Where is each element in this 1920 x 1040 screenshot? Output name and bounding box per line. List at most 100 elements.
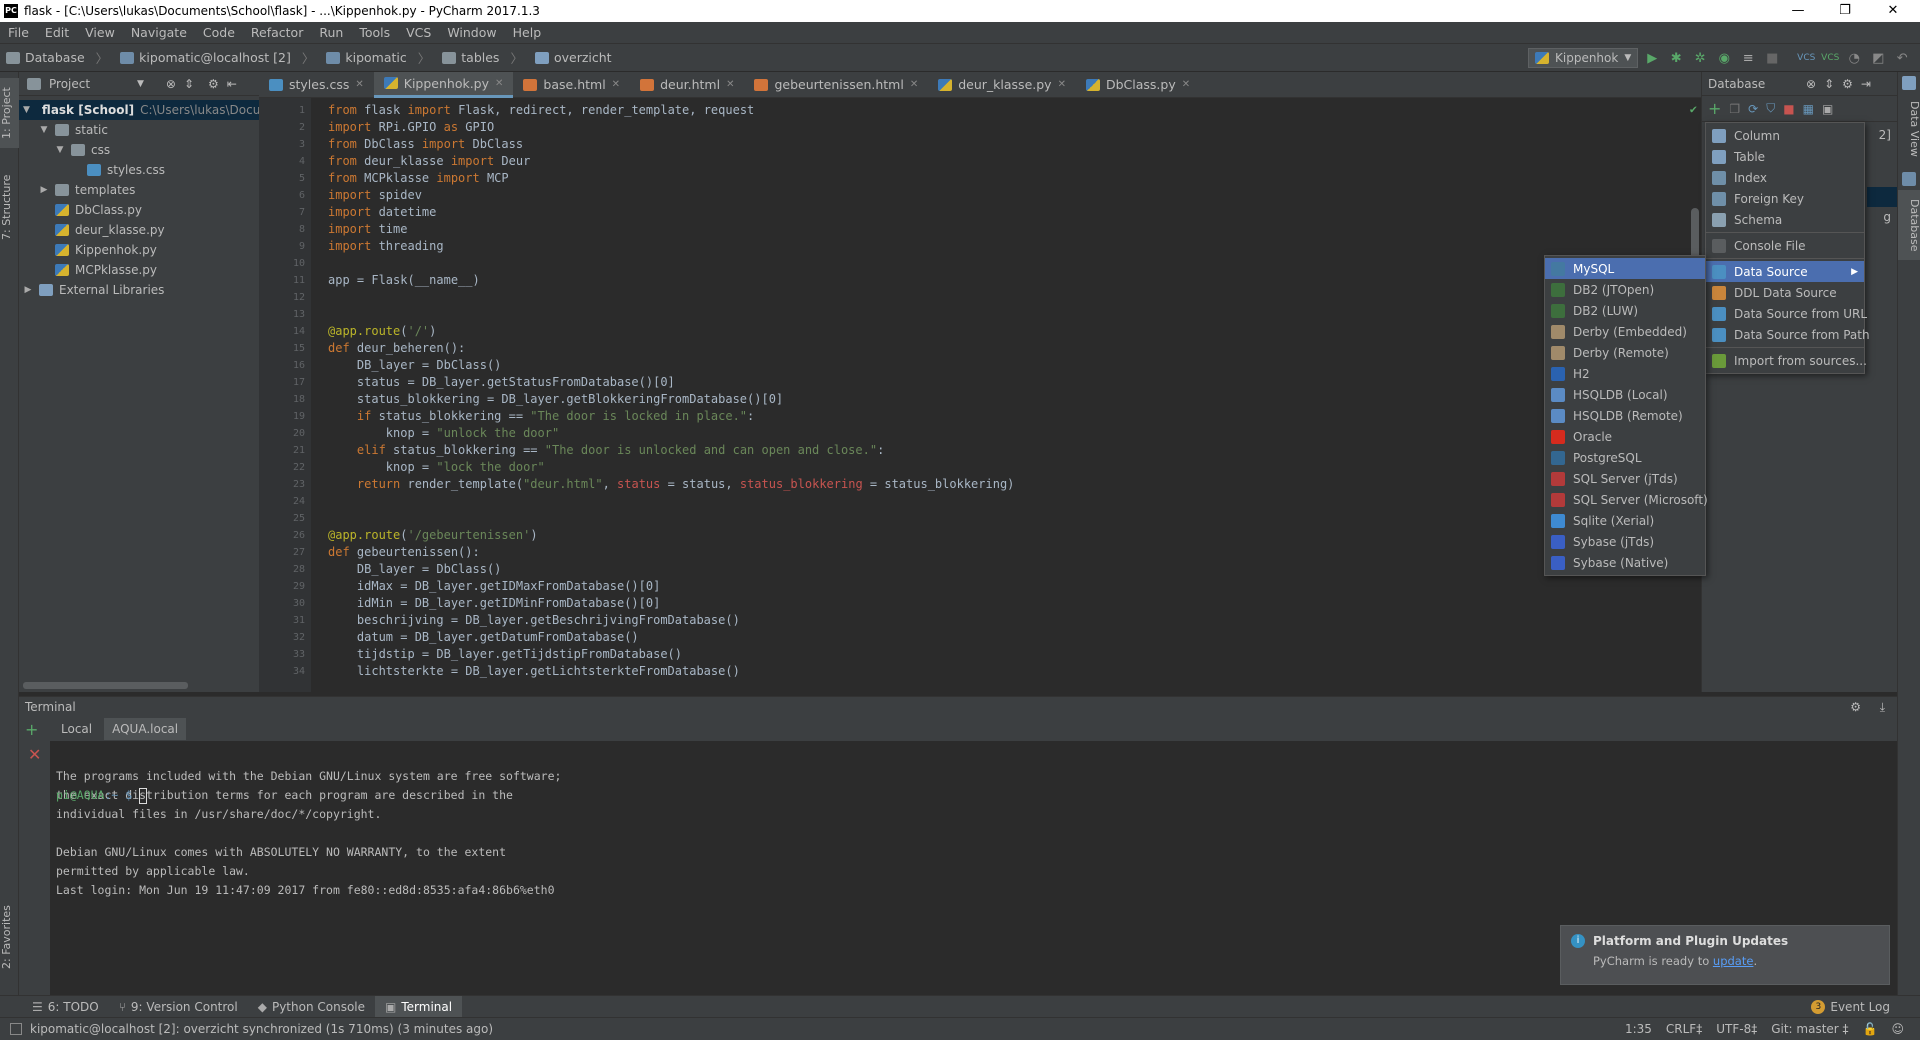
- close-tab-icon[interactable]: ✕: [1182, 79, 1190, 90]
- breadcrumb-table[interactable]: overzicht: [529, 50, 618, 65]
- menu-item[interactable]: Derby (Remote): [1545, 342, 1705, 363]
- stop-icon[interactable]: ■: [1762, 48, 1782, 68]
- menu-item[interactable]: Index: [1706, 167, 1864, 188]
- menu-item[interactable]: Schema: [1706, 209, 1864, 230]
- table-editor-icon[interactable]: ▦: [1803, 102, 1814, 116]
- refresh-icon[interactable]: ⟳: [1748, 102, 1758, 116]
- copy-icon[interactable]: ❐: [1729, 102, 1740, 116]
- console-icon[interactable]: ▣: [1822, 102, 1833, 116]
- editor-tab[interactable]: deur_klasse.py ✕: [928, 72, 1076, 98]
- collapse-icon[interactable]: ⇕: [184, 77, 194, 91]
- menu-refactor[interactable]: Refactor: [243, 25, 311, 40]
- project-tree-item[interactable]: deur_klasse.py: [19, 220, 259, 240]
- menu-item[interactable]: Sqlite (Xerial): [1545, 510, 1705, 531]
- gear-icon[interactable]: ⚙: [1850, 700, 1861, 714]
- project-tree-item[interactable]: ▼ static: [19, 120, 259, 140]
- add-icon[interactable]: +: [1708, 99, 1721, 118]
- sync-icon[interactable]: ⊗: [166, 77, 176, 91]
- project-tool-tab[interactable]: 1: Project: [0, 78, 19, 148]
- project-tree-item[interactable]: MCPklasse.py: [19, 260, 259, 280]
- chevron-down-icon[interactable]: ▼: [137, 79, 144, 89]
- concurrency-icon[interactable]: ≡: [1738, 48, 1758, 68]
- menu-window[interactable]: Window: [439, 25, 504, 40]
- breadcrumb-connection[interactable]: kipomatic@localhost [2] 〉: [114, 48, 320, 67]
- menu-item[interactable]: Derby (Embedded): [1545, 321, 1705, 342]
- menu-item[interactable]: HSQLDB (Local): [1545, 384, 1705, 405]
- revert-icon[interactable]: ◩: [1868, 48, 1888, 68]
- history-icon[interactable]: ◔: [1844, 48, 1864, 68]
- menu-navigate[interactable]: Navigate: [123, 25, 195, 40]
- structure-tool-tab[interactable]: 7: Structure: [0, 167, 19, 247]
- project-root[interactable]: ▼ flask [School] C:\Users\lukas\Docum: [19, 100, 272, 120]
- project-tree-item[interactable]: Kippenhok.py: [19, 240, 259, 260]
- menu-item[interactable]: Data Source ▶: [1706, 261, 1864, 282]
- coverage-icon[interactable]: ✲: [1690, 48, 1710, 68]
- terminal-tab-local[interactable]: Local: [53, 718, 100, 740]
- editor-tab[interactable]: gebeurtenissen.html ✕: [744, 72, 928, 98]
- menu-tools[interactable]: Tools: [351, 25, 398, 40]
- close-tab-icon[interactable]: ✕: [910, 79, 918, 90]
- horizontal-scrollbar[interactable]: [23, 682, 188, 689]
- minimize-panel-icon[interactable]: ⤓: [1880, 700, 1885, 715]
- menu-item[interactable]: DB2 (JTOpen): [1545, 279, 1705, 300]
- code-editor[interactable]: from flask import Flask, redirect, rende…: [311, 98, 1701, 692]
- favorites-tool-tab[interactable]: 2: Favorites: [0, 892, 19, 982]
- filter-icon[interactable]: ⛉: [1766, 101, 1775, 116]
- inspector-icon[interactable]: ☺: [1891, 1022, 1904, 1036]
- run-icon[interactable]: ▶: [1642, 48, 1662, 68]
- gear-icon[interactable]: ⚙: [1842, 77, 1853, 91]
- vcs-update-icon[interactable]: VCS: [1796, 48, 1816, 68]
- editor-tab[interactable]: Kippenhok.py ✕: [373, 71, 514, 98]
- database-tool-tab[interactable]: Database: [1898, 190, 1920, 260]
- hide-panel-icon[interactable]: ⇤: [227, 77, 237, 91]
- project-tree-item[interactable]: ▶ templates: [19, 180, 259, 200]
- minimize-icon[interactable]: —: [1775, 0, 1821, 22]
- disconnect-icon[interactable]: ■: [1783, 102, 1794, 116]
- menu-item[interactable]: H2: [1545, 363, 1705, 384]
- breadcrumb-tables[interactable]: tables 〉: [436, 48, 529, 67]
- close-session-icon[interactable]: ✕: [19, 741, 50, 764]
- editor-tab[interactable]: DbClass.py ✕: [1076, 72, 1200, 98]
- menu-help[interactable]: Help: [505, 25, 550, 40]
- toggle-tool-windows-icon[interactable]: [10, 1023, 22, 1035]
- menu-view[interactable]: View: [77, 25, 123, 40]
- data-view-tool-tab[interactable]: Data View: [1898, 94, 1920, 164]
- lock-icon[interactable]: 🔓: [1863, 1022, 1878, 1036]
- project-tree-item[interactable]: DbClass.py: [19, 200, 259, 220]
- project-view-selector[interactable]: Project: [49, 77, 129, 91]
- menu-item[interactable]: PostgreSQL: [1545, 447, 1705, 468]
- event-log-tab[interactable]: 3 Event Log: [1801, 996, 1900, 1018]
- vcs-commit-icon[interactable]: VCS: [1820, 48, 1840, 68]
- close-tab-icon[interactable]: ✕: [612, 79, 620, 90]
- git-branch[interactable]: Git: master ‡: [1771, 1022, 1848, 1036]
- bottom-tab[interactable]: ☰ 6: TODO: [22, 996, 109, 1018]
- menu-item[interactable]: DDL Data Source: [1706, 282, 1864, 303]
- update-notification[interactable]: i Platform and Plugin Updates PyCharm is…: [1560, 925, 1890, 985]
- menu-item[interactable]: Sybase (Native): [1545, 552, 1705, 573]
- menu-item[interactable]: Sybase (jTds): [1545, 531, 1705, 552]
- menu-item[interactable]: Console File: [1706, 235, 1864, 256]
- menu-item[interactable]: Table: [1706, 146, 1864, 167]
- undo-icon[interactable]: ↶: [1892, 48, 1912, 68]
- collapse-icon[interactable]: ⇕: [1824, 77, 1834, 91]
- menu-item[interactable]: HSQLDB (Remote): [1545, 405, 1705, 426]
- close-icon[interactable]: ✕: [1870, 0, 1916, 22]
- caret-position[interactable]: 1:35: [1625, 1022, 1652, 1036]
- bottom-tab[interactable]: ▣ Terminal: [375, 995, 463, 1018]
- debug-icon[interactable]: ✱: [1666, 48, 1686, 68]
- bottom-tab[interactable]: ◆ Python Console: [248, 996, 375, 1018]
- menu-item[interactable]: Column: [1706, 125, 1864, 146]
- menu-item[interactable]: SQL Server (Microsoft): [1545, 489, 1708, 510]
- editor-tab[interactable]: styles.css ✕: [259, 72, 374, 98]
- breadcrumb-database[interactable]: Database 〉: [0, 48, 114, 67]
- close-tab-icon[interactable]: ✕: [355, 79, 363, 90]
- breadcrumb-schema[interactable]: kipomatic 〉: [320, 48, 436, 67]
- editor-tab[interactable]: deur.html ✕: [630, 72, 744, 98]
- menu-item[interactable]: DB2 (LUW): [1545, 300, 1705, 321]
- close-tab-icon[interactable]: ✕: [495, 78, 503, 89]
- sync-icon[interactable]: ⊗: [1806, 77, 1816, 91]
- gear-icon[interactable]: ⚙: [208, 77, 219, 91]
- update-link[interactable]: update: [1713, 954, 1754, 968]
- project-tree-item[interactable]: ▶ External Libraries: [19, 280, 259, 300]
- menu-item[interactable]: Foreign Key: [1706, 188, 1864, 209]
